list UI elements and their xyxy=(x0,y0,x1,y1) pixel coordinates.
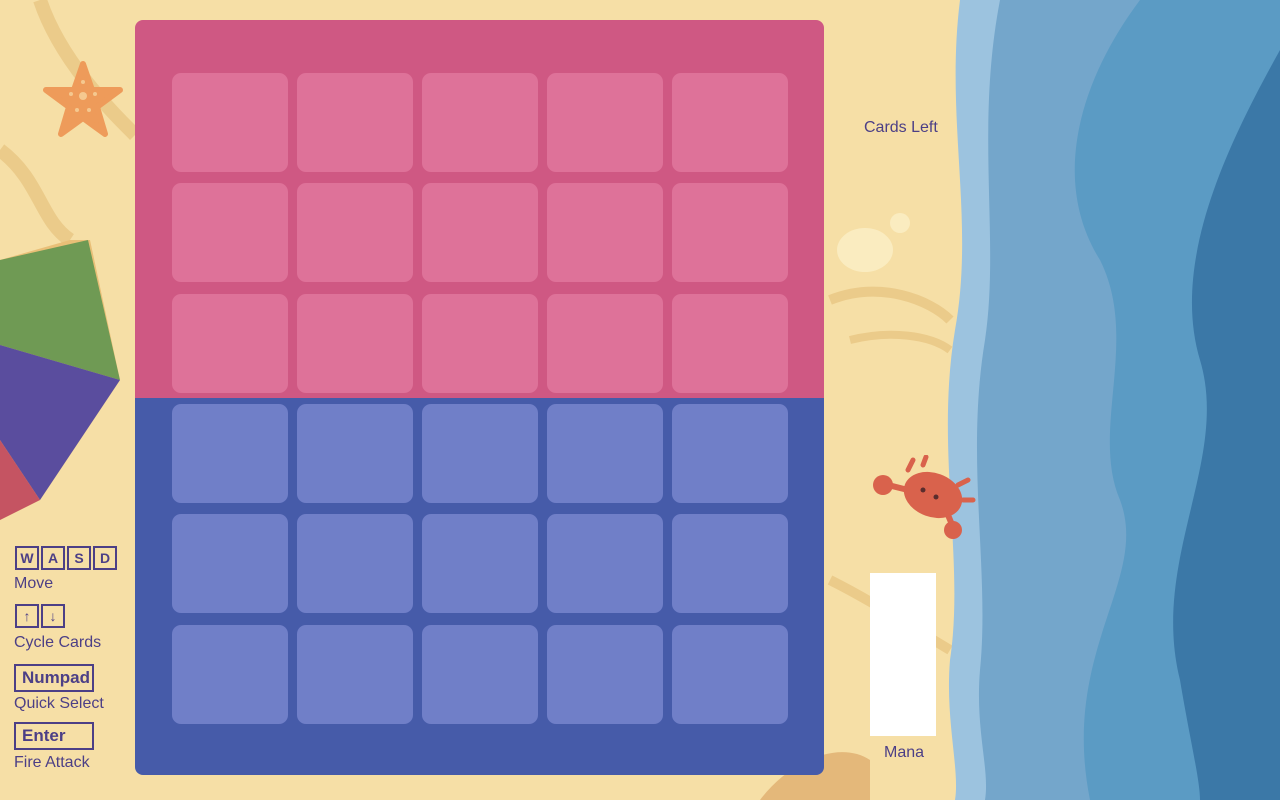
key-numpad: Numpad xyxy=(14,664,94,692)
player-tile[interactable] xyxy=(672,514,788,613)
enemy-tile[interactable] xyxy=(172,183,288,282)
enemy-tile[interactable] xyxy=(672,73,788,172)
enemy-tile[interactable] xyxy=(172,73,288,172)
enemy-tile[interactable] xyxy=(547,73,663,172)
enemy-tile[interactable] xyxy=(422,183,538,282)
mana-label: Mana xyxy=(884,744,925,761)
enemy-tile[interactable] xyxy=(297,73,413,172)
enemy-tile[interactable] xyxy=(672,294,788,393)
player-tile[interactable] xyxy=(422,625,538,724)
mana-bar xyxy=(870,573,936,736)
enemy-tile[interactable] xyxy=(422,294,538,393)
enemy-tile[interactable] xyxy=(297,183,413,282)
player-tile[interactable] xyxy=(672,625,788,724)
player-tile[interactable] xyxy=(422,514,538,613)
fire-attack-label: Fire Attack xyxy=(14,754,90,771)
player-tile[interactable] xyxy=(297,625,413,724)
player-tile[interactable] xyxy=(422,404,538,503)
key-w: W xyxy=(15,546,39,570)
enemy-tile[interactable] xyxy=(547,294,663,393)
cards-left-label: Cards Left xyxy=(864,119,938,136)
key-a: A xyxy=(41,546,65,570)
key-s: S xyxy=(67,546,91,570)
enemy-tile[interactable] xyxy=(672,183,788,282)
enemy-tile[interactable] xyxy=(547,183,663,282)
move-label: Move xyxy=(14,575,54,592)
crab-icon xyxy=(873,455,976,539)
enemy-tile[interactable] xyxy=(297,294,413,393)
cycle-cards-label: Cycle Cards xyxy=(14,634,102,651)
player-tile[interactable] xyxy=(172,514,288,613)
player-tile[interactable] xyxy=(547,404,663,503)
player-tile[interactable] xyxy=(547,514,663,613)
key-d: D xyxy=(93,546,117,570)
enemy-tile[interactable] xyxy=(172,294,288,393)
enemy-tile[interactable] xyxy=(422,73,538,172)
player-tile[interactable] xyxy=(297,404,413,503)
arrow-up-key-icon: ↑ xyxy=(15,604,39,628)
player-tile[interactable] xyxy=(172,625,288,724)
player-tile[interactable] xyxy=(297,514,413,613)
player-tile[interactable] xyxy=(172,404,288,503)
player-tile[interactable] xyxy=(547,625,663,724)
player-tile[interactable] xyxy=(672,404,788,503)
starfish-icon xyxy=(43,61,123,137)
arrow-down-key-icon: ↓ xyxy=(41,604,65,628)
quick-select-label: Quick Select xyxy=(14,695,104,712)
key-enter: Enter xyxy=(14,722,94,750)
